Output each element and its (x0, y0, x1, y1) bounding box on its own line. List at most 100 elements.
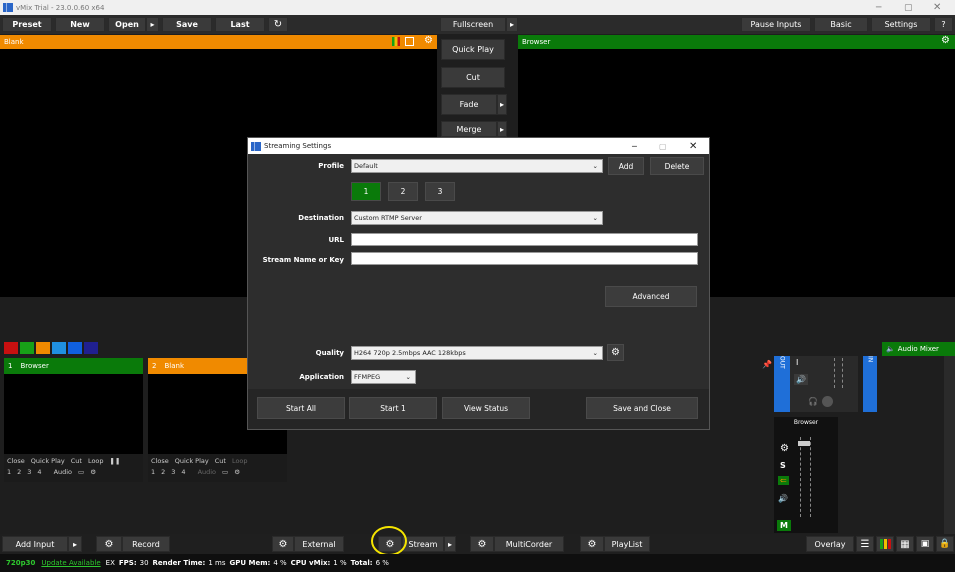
add-input-dropdown-icon[interactable]: ▸ (68, 536, 82, 552)
input-1-monitor-icon[interactable]: ▭ (78, 468, 84, 476)
overlay-button[interactable]: Overlay (806, 536, 854, 552)
fade-button[interactable]: Fade (441, 94, 497, 115)
input-2-overlay-3[interactable]: 3 (171, 468, 175, 476)
input-1-overlay-2[interactable]: 2 (17, 468, 21, 476)
audio-meter-icon[interactable] (876, 536, 894, 552)
headphones-icon[interactable]: 🎧 (808, 397, 818, 406)
preview-colors-icon[interactable] (392, 37, 400, 46)
refresh-icon[interactable]: ↻ (268, 17, 288, 32)
url-input[interactable] (351, 233, 698, 246)
swatch-red[interactable] (4, 342, 18, 354)
input-1-overlay-1[interactable]: 1 (7, 468, 11, 476)
menu-icon[interactable]: ☰ (856, 536, 874, 552)
pause-inputs-button[interactable]: Pause Inputs (741, 17, 811, 32)
input-1-close-button[interactable]: Close (7, 457, 25, 465)
input-2-quickplay-button[interactable]: Quick Play (175, 457, 209, 465)
quality-gear-icon[interactable]: ⚙ (607, 344, 624, 361)
multicorder-gear-icon[interactable]: ⚙ (470, 536, 494, 552)
quick-play-button[interactable]: Quick Play (441, 39, 505, 60)
save-button[interactable]: Save (162, 17, 212, 32)
input-1-audio-button[interactable]: Audio (54, 468, 72, 476)
browser-link-icon[interactable]: ⇐ (778, 476, 789, 485)
knob-icon[interactable] (822, 396, 833, 407)
dialog-close-icon[interactable]: ✕ (689, 141, 697, 152)
input-2-cut-button[interactable]: Cut (215, 457, 226, 465)
cut-button[interactable]: Cut (441, 67, 505, 88)
fullscreen-dropdown-icon[interactable]: ▸ (506, 17, 518, 32)
preset-button[interactable]: Preset (2, 17, 52, 32)
preview-layout-icon[interactable] (405, 37, 414, 46)
help-button[interactable]: ? (934, 17, 953, 32)
input-2-close-button[interactable]: Close (151, 457, 169, 465)
save-and-close-button[interactable]: Save and Close (586, 397, 698, 419)
browser-m-button[interactable]: M (777, 520, 791, 531)
open-dropdown-icon[interactable]: ▸ (146, 17, 159, 32)
add-input-button[interactable]: Add Input (2, 536, 68, 552)
input-tile-1[interactable]: 1 Browser Close Quick Play Cut Loop ❚❚ 1… (4, 358, 143, 482)
application-select[interactable]: FFMPEG ⌄ (351, 370, 416, 384)
new-button[interactable]: New (55, 17, 105, 32)
dialog-minimize-icon[interactable]: ─ (632, 142, 637, 151)
input-2-gear-icon[interactable]: ⚙ (234, 468, 240, 476)
profile-add-button[interactable]: Add (608, 157, 644, 175)
browser-speaker-icon[interactable]: 🔊 (778, 494, 788, 503)
input-2-overlay-4[interactable]: 4 (181, 468, 185, 476)
input-2-overlay-2[interactable]: 2 (161, 468, 165, 476)
advanced-button[interactable]: Advanced (605, 286, 697, 307)
record-button[interactable]: Record (122, 536, 170, 552)
swatch-navy[interactable] (84, 342, 98, 354)
playlist-gear-icon[interactable]: ⚙ (580, 536, 604, 552)
fullscreen-button[interactable]: Fullscreen (440, 17, 506, 32)
browser-fader-handle[interactable] (798, 441, 810, 446)
destination-select[interactable]: Custom RTMP Server ⌄ (351, 211, 603, 225)
swatch-green[interactable] (20, 342, 34, 354)
maximize-icon[interactable]: ▢ (904, 3, 913, 13)
quality-select[interactable]: H264 720p 2.5mbps AAC 128kbps ⌄ (351, 346, 603, 360)
merge-dropdown-icon[interactable]: ▸ (497, 121, 507, 137)
input-2-monitor-icon[interactable]: ▭ (222, 468, 228, 476)
minimize-icon[interactable]: ─ (876, 3, 881, 13)
update-link[interactable]: Update Available (41, 559, 100, 567)
input-1-overlay-4[interactable]: 4 (37, 468, 41, 476)
basic-button[interactable]: Basic (814, 17, 868, 32)
output-gear-icon[interactable]: ⚙ (941, 35, 950, 46)
input-2-loop-button[interactable]: Loop (232, 457, 248, 465)
view-status-button[interactable]: View Status (442, 397, 530, 419)
open-button[interactable]: Open (108, 17, 146, 32)
swatch-orange[interactable] (36, 342, 50, 354)
external-gear-icon[interactable]: ⚙ (272, 536, 294, 552)
browser-s-button[interactable]: S (780, 461, 786, 470)
dialog-maximize-icon[interactable]: ▢ (659, 142, 667, 151)
start-1-button[interactable]: Start 1 (349, 397, 437, 419)
input-2-overlay-1[interactable]: 1 (151, 468, 155, 476)
close-icon[interactable]: ✕ (933, 2, 941, 13)
audio-mixer-header[interactable]: 🔈 Audio Mixer (882, 342, 955, 356)
stream-tab-3[interactable]: 3 (425, 182, 455, 201)
stream-button[interactable]: Stream (402, 536, 444, 552)
master-speaker-icon[interactable]: 🔊 (794, 374, 808, 385)
start-all-button[interactable]: Start All (257, 397, 345, 419)
camera-icon[interactable]: ▣ (916, 536, 934, 552)
stream-dropdown-icon[interactable]: ▸ (444, 536, 456, 552)
preview-gear-icon[interactable]: ⚙ (424, 35, 433, 46)
input-1-cut-button[interactable]: Cut (71, 457, 82, 465)
input-1-pause-icon[interactable]: ❚❚ (110, 457, 121, 465)
input-1-gear-icon[interactable]: ⚙ (90, 468, 96, 476)
input-1-quickplay-button[interactable]: Quick Play (31, 457, 65, 465)
multiview-icon[interactable]: ▦ (896, 536, 914, 552)
stream-tab-1[interactable]: 1 (351, 182, 381, 201)
merge-button[interactable]: Merge (441, 121, 497, 137)
input-2-audio-button[interactable]: Audio (198, 468, 216, 476)
playlist-button[interactable]: PlayList (604, 536, 650, 552)
profile-select[interactable]: Default ⌄ (351, 159, 603, 173)
external-button[interactable]: External (294, 536, 344, 552)
fade-dropdown-icon[interactable]: ▸ (497, 94, 507, 115)
input-1-overlay-3[interactable]: 3 (27, 468, 31, 476)
stream-key-input[interactable] (351, 252, 698, 265)
last-button[interactable]: Last (215, 17, 265, 32)
record-gear-icon[interactable]: ⚙ (96, 536, 122, 552)
swatch-blue[interactable] (68, 342, 82, 354)
profile-delete-button[interactable]: Delete (650, 157, 704, 175)
stream-tab-2[interactable]: 2 (388, 182, 418, 201)
swatch-lightblue[interactable] (52, 342, 66, 354)
